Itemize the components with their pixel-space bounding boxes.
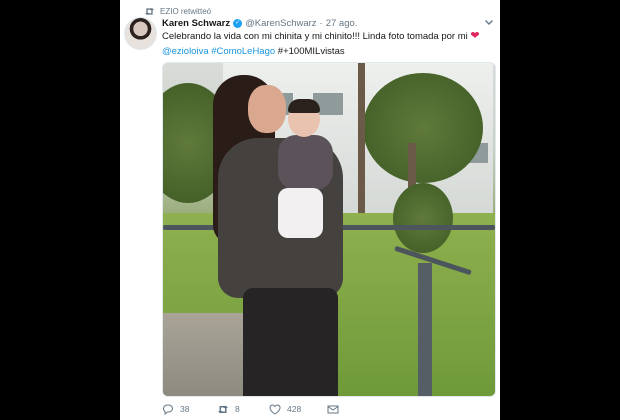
separator: · bbox=[319, 17, 323, 29]
retweet-count: 8 bbox=[235, 404, 240, 414]
retweet-icon bbox=[145, 7, 154, 15]
like-count: 428 bbox=[287, 404, 302, 414]
mention-link[interactable]: @ezioloiva bbox=[162, 46, 209, 57]
tweet-tags-rest: #+100MILvistas bbox=[277, 46, 345, 57]
tweet-text-line1: Celebrando la vida con mi chinita y mi c… bbox=[162, 31, 468, 42]
chevron-down-icon[interactable] bbox=[484, 17, 494, 27]
author-name[interactable]: Karen Schwarz bbox=[162, 18, 230, 29]
tweet-card: EZIO retwitteó Karen Schwarz ✓ @KarenSch… bbox=[120, 0, 500, 420]
message-button[interactable] bbox=[327, 404, 339, 415]
photo-baby-body bbox=[278, 135, 333, 190]
photo-baby-hair bbox=[288, 99, 320, 113]
tweet-actions: 38 8 428 bbox=[162, 402, 392, 416]
heart-icon: ❤ bbox=[470, 30, 480, 42]
tweet-photo[interactable] bbox=[162, 62, 496, 397]
hashtag-link[interactable]: #ComoLeHago bbox=[211, 46, 275, 57]
photo-woman-face bbox=[248, 85, 286, 133]
reply-count: 38 bbox=[180, 404, 190, 414]
message-icon bbox=[327, 405, 339, 413]
like-icon bbox=[269, 404, 281, 415]
photo-baby-legs bbox=[278, 188, 323, 238]
verified-icon: ✓ bbox=[233, 18, 243, 28]
retweet-text[interactable]: EZIO retwitteó bbox=[160, 7, 211, 16]
like-button[interactable]: 428 bbox=[269, 404, 327, 415]
author-handle[interactable]: @KarenSchwarz bbox=[245, 18, 316, 29]
tweet-text: Celebrando la vida con mi chinita y mi c… bbox=[162, 29, 490, 59]
tweet-header: Karen Schwarz ✓ @KarenSchwarz · 27 ago. bbox=[162, 16, 357, 30]
retweet-icon bbox=[218, 405, 228, 413]
tweet-date[interactable]: 27 ago. bbox=[326, 18, 358, 29]
reply-button[interactable]: 38 bbox=[162, 404, 217, 415]
reply-icon bbox=[163, 404, 173, 415]
avatar[interactable] bbox=[124, 17, 157, 50]
photo-woman-legs bbox=[243, 288, 338, 396]
retweet-button[interactable]: 8 bbox=[217, 404, 269, 415]
